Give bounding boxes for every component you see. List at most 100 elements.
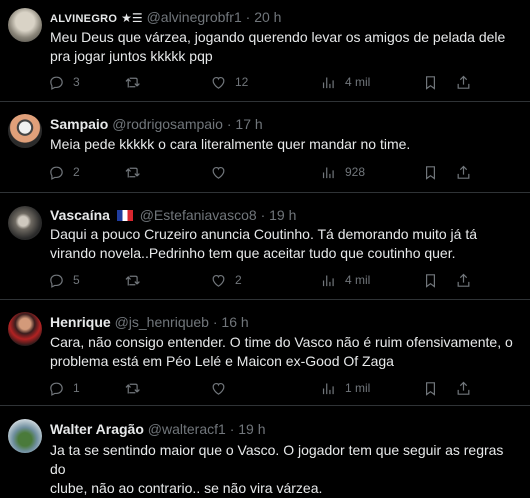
reply-button[interactable]: 3 [48,72,80,92]
tweet-text: Meu Deus que várzea, jogando querendo le… [50,28,516,66]
share-button[interactable] [455,162,472,182]
bookmark-button[interactable] [422,270,439,290]
separator: · [245,9,251,25]
views-icon [322,275,334,286]
reply-icon [50,382,63,396]
tweet[interactable]: Henrique @js_henriqueb · 16 h Cara, não … [0,300,530,406]
separator: · [226,116,232,132]
reply-icon [50,274,63,288]
timestamp[interactable]: 16 h [221,314,248,330]
bookmark-icon [426,75,435,90]
retweet-button[interactable] [124,72,141,92]
avatar[interactable] [8,114,42,148]
author-handle[interactable]: @Estefaniavasco8 [140,207,257,223]
tweet-text: Daqui a pouco Cruzeiro anuncia Coutinho.… [50,225,516,263]
like-button[interactable]: 12 [210,72,248,92]
action-bar: 3 12 4 mil [50,72,516,92]
tweet-header: Walter Aragão @walteracf1 · 19 h [50,420,520,438]
france-flag-icon [116,210,133,221]
views-icon [322,167,334,178]
tweet[interactable]: Walter Aragão @walteracf1 · 19 h Ja ta s… [0,406,530,496]
retweet-icon [125,383,140,393]
like-button[interactable] [210,378,227,398]
avatar[interactable] [8,312,42,346]
reply-button[interactable]: 2 [48,162,80,182]
retweet-icon [125,77,140,87]
avatar[interactable] [8,206,42,240]
separator: · [260,207,266,223]
reply-count: 2 [73,165,80,179]
tweet-header: Henrique @js_henriqueb · 16 h [50,313,520,331]
like-count: 12 [235,75,249,89]
tweet-text: Cara, não consigo entender. O time do Va… [50,333,516,371]
share-button[interactable] [455,270,472,290]
views-button[interactable]: 4 mil [320,270,370,290]
heart-icon [212,274,225,287]
heart-icon [212,76,225,89]
views-count: 4 mil [345,273,371,287]
reply-button[interactable]: 5 [48,270,80,290]
timestamp[interactable]: 20 h [254,9,281,25]
author-handle[interactable]: @alvinegrobfr1 [147,9,242,25]
timestamp[interactable]: 17 h [235,116,262,132]
action-bar: 1 1 mil [50,378,516,398]
tweet-text-line: Meia pede kkkkk o cara literalmente quer… [50,136,411,152]
timestamp[interactable]: 19 h [238,421,265,437]
tweet-text: Ja ta se sentindo maior que o Vasco. O j… [50,441,516,498]
tweet-text-line: pra jogar juntos kkkkk pqp [50,48,213,64]
avatar[interactable] [8,8,42,42]
views-button[interactable]: 4 mil [320,72,370,92]
tweet[interactable]: ALVINEGRO ★☰ @alvinegrobfr1 · 20 h Meu D… [0,0,530,102]
author-handle[interactable]: @walteracf1 [148,421,226,437]
heart-icon [212,382,225,395]
bookmark-button[interactable] [422,162,439,182]
avatar[interactable] [8,419,42,453]
retweet-icon [125,275,140,285]
tweet-header: ALVINEGRO ★☰ @alvinegrobfr1 · 20 h [50,8,520,28]
bookmark-button[interactable] [422,378,439,398]
like-button[interactable] [210,162,227,182]
like-button[interactable]: 2 [210,270,242,290]
author-handle[interactable]: @rodrigosampaio [112,116,223,132]
author-name[interactable]: Sampaio [50,116,108,132]
name-badge: ★☰ [121,11,143,25]
author-name[interactable]: Henrique [50,314,111,330]
views-button[interactable]: 1 mil [320,378,370,398]
share-button[interactable] [455,72,472,92]
tweet-text-line: Cara, não consigo entender. O time do Va… [50,334,513,350]
reply-button[interactable]: 1 [48,378,80,398]
bookmark-button[interactable] [422,72,439,92]
separator: · [229,421,235,437]
action-bar: 5 2 4 mil [50,270,516,290]
share-icon [457,381,470,395]
views-count: 928 [345,165,366,179]
tweet-text: Meia pede kkkkk o cara literalmente quer… [50,135,516,154]
tweet-text-line: virando novela..Pedrinho tem que aceitar… [50,245,456,261]
bookmark-icon [426,381,435,396]
retweet-button[interactable] [124,270,141,290]
author-name[interactable]: Walter Aragão [50,421,144,437]
author-handle[interactable]: @js_henriqueb [115,314,209,330]
views-button[interactable]: 928 [320,162,365,182]
share-button[interactable] [455,378,472,398]
reply-count: 3 [73,75,80,89]
author-name[interactable]: ALVINEGRO [50,13,117,25]
tweet-text-line: clube, não ao contrario.. se não vira vá… [50,480,323,496]
share-icon [457,165,470,179]
tweet[interactable]: Sampaio @rodrigosampaio · 17 h Meia pede… [0,102,530,193]
reply-count: 5 [73,273,80,287]
share-icon [457,273,470,287]
bookmark-icon [426,165,435,180]
reply-icon [50,166,63,180]
separator: · [212,314,218,330]
tweet-text-line: Meu Deus que várzea, jogando querendo le… [50,29,506,45]
retweet-button[interactable] [124,162,141,182]
heart-icon [212,166,225,179]
tweet[interactable]: Vascaína @Estefaniavasco8 · 19 h Daqui a… [0,193,530,300]
tweet-header: Vascaína @Estefaniavasco8 · 19 h [50,206,520,224]
author-name[interactable]: Vascaína [50,207,110,223]
timestamp[interactable]: 19 h [269,207,296,223]
retweet-button[interactable] [124,378,141,398]
views-count: 1 mil [345,381,371,395]
retweet-icon [125,167,140,177]
